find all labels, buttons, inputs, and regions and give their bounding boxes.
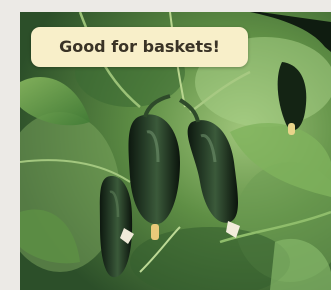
caption-badge: Good for baskets! (31, 27, 248, 67)
